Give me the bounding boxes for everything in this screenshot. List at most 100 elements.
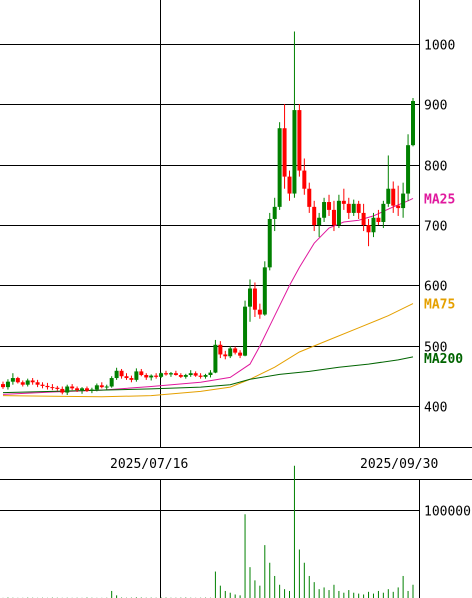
candle <box>243 300 248 357</box>
candle-body <box>164 373 169 375</box>
candle-body <box>134 371 139 380</box>
candle <box>70 384 75 391</box>
price-tick-label: 1000 <box>424 39 455 54</box>
candle-body <box>183 375 188 377</box>
candle <box>312 200 317 232</box>
candle <box>45 382 50 390</box>
candle-body <box>129 378 134 380</box>
candle <box>411 97 415 147</box>
ma-line-ma75 <box>2 303 414 398</box>
candle <box>119 368 124 379</box>
ma-label-ma200: MA200 <box>424 352 463 367</box>
candle-body <box>109 378 114 387</box>
candle <box>99 382 104 389</box>
candle <box>20 380 25 387</box>
candle <box>139 368 144 377</box>
candle <box>287 170 292 201</box>
candle <box>40 382 45 389</box>
candle-body <box>267 218 272 268</box>
candle <box>30 378 35 385</box>
candle <box>386 155 391 207</box>
candle-body <box>262 267 267 315</box>
candle-body <box>144 375 149 378</box>
candle <box>252 282 257 317</box>
candle-body <box>411 101 415 146</box>
candle-body <box>25 380 30 385</box>
candle-body <box>114 370 119 379</box>
candle <box>366 218 371 247</box>
candle <box>223 350 228 360</box>
candle <box>391 181 396 213</box>
candle <box>15 376 20 384</box>
candle <box>401 182 406 218</box>
candle-body <box>84 388 89 391</box>
candle-body <box>45 385 50 388</box>
candle <box>406 134 411 201</box>
candle-body <box>5 381 10 388</box>
candle <box>233 346 238 355</box>
candle-body <box>10 378 15 382</box>
price-moving-averages <box>2 197 414 398</box>
candle-body <box>139 371 144 376</box>
candle <box>159 372 164 379</box>
candle <box>257 303 262 319</box>
volume-axes: 100000 <box>419 479 471 598</box>
candle-body <box>223 354 228 357</box>
candle-body <box>282 128 287 177</box>
date-tick-label: 2025/07/16 <box>110 457 188 472</box>
candle-body <box>173 373 178 376</box>
candle <box>327 194 332 216</box>
candle-body <box>336 200 341 226</box>
candle-body <box>257 309 262 315</box>
candle-body <box>277 128 282 207</box>
candle <box>50 384 55 391</box>
candle <box>238 350 243 359</box>
candle-body <box>406 145 411 194</box>
stock-chart: 4005006007008009001000 MA25MA75MA200 202… <box>0 0 472 598</box>
candle-body <box>40 384 45 386</box>
candle-body <box>168 373 173 375</box>
price-tick-label: 900 <box>424 99 447 114</box>
price-candles <box>1 31 415 395</box>
candle <box>341 188 346 210</box>
volume-tick-label: 100000 <box>424 505 471 520</box>
candle-body <box>65 386 70 393</box>
candle-body <box>381 203 386 222</box>
candle-body <box>35 382 40 385</box>
candle-body <box>60 388 65 393</box>
candle-body <box>89 389 94 391</box>
candle-body <box>366 225 371 233</box>
candle-body <box>292 110 297 194</box>
candle-body <box>361 212 366 226</box>
candle-body <box>356 203 361 213</box>
candle-body <box>149 375 154 378</box>
candle-body <box>317 217 322 226</box>
price-tick-label: 400 <box>424 401 447 416</box>
volume-bars <box>2 465 414 598</box>
candle-body <box>178 375 183 377</box>
candle-body <box>154 375 159 377</box>
candle-body <box>391 188 396 206</box>
candle <box>396 185 401 216</box>
date-tick-label: 2025/09/30 <box>360 457 438 472</box>
candle-body <box>307 188 312 207</box>
candle <box>307 182 312 213</box>
candle <box>168 371 173 377</box>
candle <box>361 203 366 232</box>
candle <box>336 194 341 229</box>
candle-body <box>30 380 35 383</box>
candle-body <box>55 387 60 389</box>
candle-body <box>1 384 5 388</box>
candle <box>277 122 282 210</box>
price-tick-label: 800 <box>424 160 447 175</box>
candle <box>198 373 203 379</box>
candle <box>149 374 154 381</box>
candle <box>5 379 10 390</box>
candle-body <box>272 206 277 219</box>
candle-body <box>341 200 346 204</box>
candle <box>1 381 5 389</box>
candle <box>193 371 198 377</box>
candle-body <box>213 344 218 373</box>
candle <box>346 197 351 219</box>
candle-body <box>193 373 198 376</box>
